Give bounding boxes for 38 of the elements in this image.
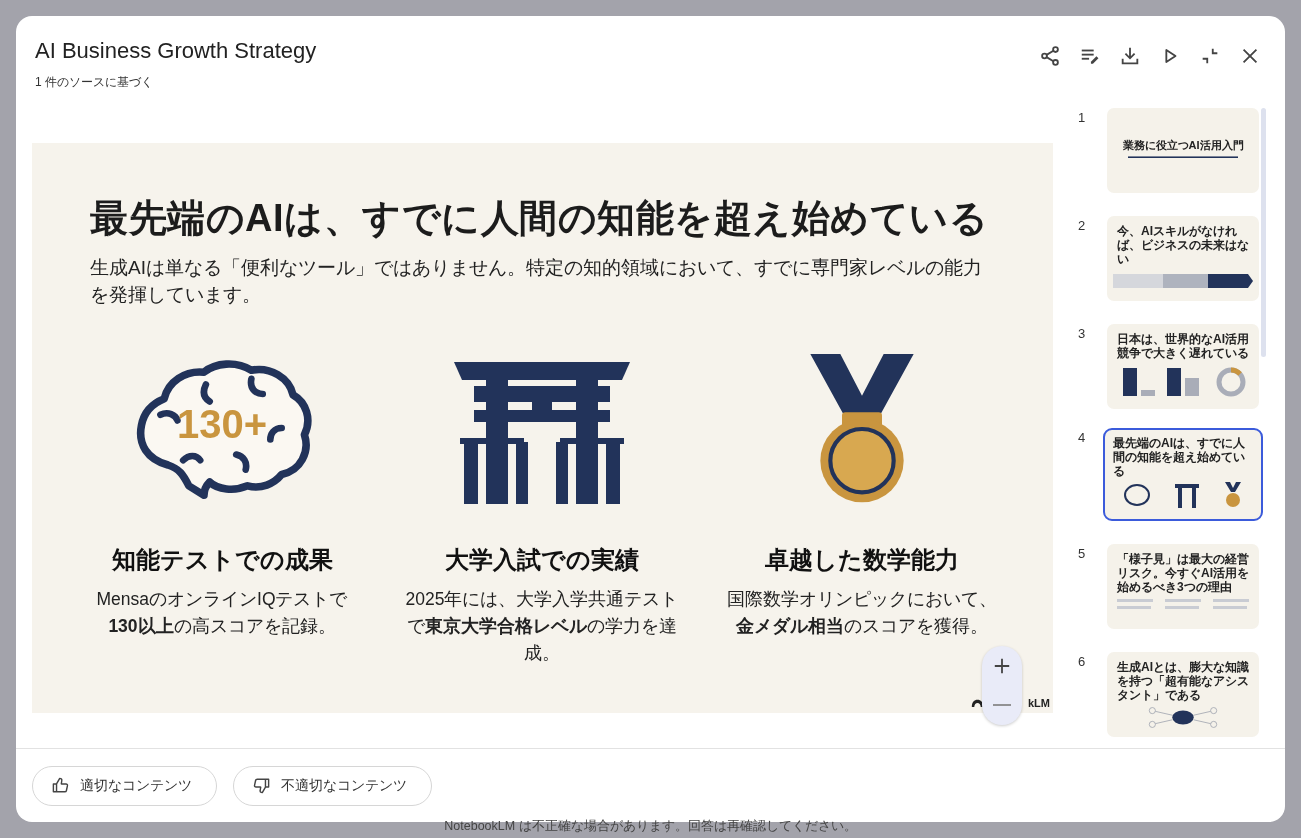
- plus-icon: [993, 656, 1011, 675]
- inappropriate-content-button[interactable]: 不適切なコンテンツ: [233, 765, 432, 806]
- feature-description: MensaのオンラインIQテストで 130以上の高スコアを記録。: [95, 588, 349, 638]
- thumbs-down-icon: [252, 776, 271, 795]
- brain-score-text: 130+: [175, 402, 269, 447]
- slide-subtitle: 生成AIは単なる「便利なツール」ではありません。特定の知的領域において、すでに専門家レベルの能力を発揮しています。: [90, 256, 983, 307]
- slide-number: 3: [1078, 326, 1086, 341]
- slide-number: 2: [1078, 218, 1086, 233]
- feature-heading: 大学入試での実績: [445, 545, 639, 575]
- slide-thumbnail[interactable]: 今、AIスキルがなければ、ビジネスの未来はない: [1107, 216, 1259, 301]
- feature-heading: 知能テストでの成果: [111, 545, 333, 575]
- share-icon: [1038, 44, 1061, 67]
- feature-heading: 卓越した数学能力: [765, 545, 959, 575]
- slide-number: 5: [1078, 546, 1086, 561]
- slide-thumbnail[interactable]: 業務に役立つAI活用入門: [1107, 108, 1259, 193]
- slide-title: 最先端のAIは、すでに人間の知能を超え始めている: [90, 196, 989, 241]
- thumbnail-title: 生成AIとは、膨大な知識を持つ「超有能なアシスタント」である: [1117, 660, 1249, 702]
- thumbnail-title: 今、AIスキルがなければ、ビジネスの未来はない: [1117, 224, 1249, 266]
- slide-number: 4: [1078, 430, 1086, 445]
- thumbnail-title: 最先端のAIは、すでに人間の知能を超え始めている: [1113, 436, 1246, 478]
- slide-thumbnail[interactable]: 「様子見」は最大の経営リスク。今すぐAI活用を始めるべき3つの理由: [1107, 544, 1259, 629]
- feature-description: 国際数学オリンピックにおいて、金メダル相当のスコアを獲得。: [726, 588, 998, 638]
- minus-icon: [993, 703, 1011, 708]
- thumbs-up-icon: [51, 776, 70, 795]
- slide-thumbnail[interactable]: 生成AIとは、膨大な知識を持つ「超有能なアシスタント」である: [1107, 652, 1259, 737]
- thumbnail-title: 「様子見」は最大の経営リスク。今すぐAI活用を始めるべき3つの理由: [1117, 552, 1249, 594]
- slide-number: 6: [1078, 654, 1086, 669]
- source-count: 1 件のソースに基づく: [35, 74, 154, 91]
- disclaimer-text: NotebookLM は不正確な場合があります。回答は再確認してください。: [443, 818, 858, 835]
- appropriate-content-button[interactable]: 適切なコンテンツ: [32, 765, 217, 806]
- window-title: AI Business Growth Strategy: [35, 38, 317, 64]
- thumbnail-title: 業務に役立つAI活用入門: [1121, 138, 1245, 152]
- slide-number: 1: [1078, 110, 1086, 125]
- feature-description: 2025年には、大学入学共通テストで東京大学合格レベルの学力を達成。: [404, 588, 680, 665]
- logo-text: kLM: [1028, 697, 1050, 709]
- slide-thumbnail[interactable]: 日本は、世界的なAI活用競争で大きく遅れている: [1107, 324, 1259, 409]
- thumbnail-title: 日本は、世界的なAI活用競争で大きく遅れている: [1117, 332, 1249, 360]
- slide-thumbnail[interactable]: 最先端のAIは、すでに人間の知能を超え始めている: [1103, 428, 1263, 521]
